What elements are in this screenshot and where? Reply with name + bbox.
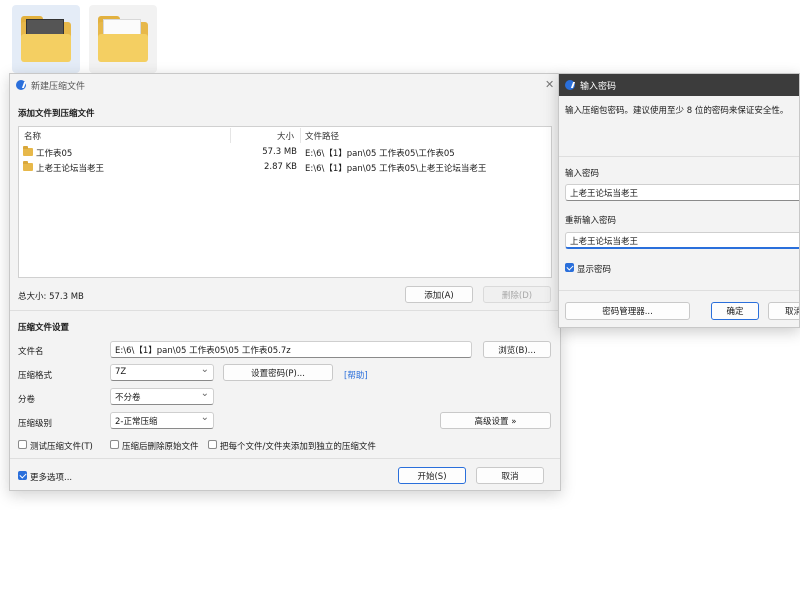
add-button[interactable]: 添加(A) <box>405 286 473 303</box>
password-title-bar: 输入密码 <box>559 74 799 96</box>
test-archive-checkbox[interactable] <box>18 440 27 449</box>
filename-label: 文件名 <box>18 347 44 357</box>
password-dialog-title: 输入密码 <box>580 82 617 92</box>
total-size: 总大小: 57.3 MB <box>18 292 84 302</box>
more-options-label[interactable]: 更多选项... <box>30 471 72 483</box>
desktop-folder-icon-1[interactable] <box>12 5 80 73</box>
separate-archives-label[interactable]: 把每个文件/文件夹添加到独立的压缩文件 <box>220 440 376 452</box>
confirm-password-input[interactable]: 上老王论坛当老王 <box>565 232 799 249</box>
column-divider <box>300 128 301 143</box>
advanced-settings-button[interactable]: 高级设置 » <box>440 412 551 429</box>
file-path: E:\6\【1】pan\05 工作表05\上老王论坛当老王 <box>305 164 487 174</box>
filename-input[interactable]: E:\6\【1】pan\05 工作表05\05 工作表05.7z <box>110 341 472 358</box>
file-size: 57.3 MB <box>262 147 297 157</box>
file-name: 上老王论坛当老王 <box>36 164 105 174</box>
separate-archives-checkbox[interactable] <box>208 440 217 449</box>
app-icon <box>16 80 26 90</box>
password-cancel-button[interactable]: 取消 <box>768 302 799 320</box>
password-manager-button[interactable]: 密码管理器... <box>565 302 690 320</box>
more-options-checkbox[interactable] <box>18 471 27 480</box>
help-link[interactable]: [帮助] <box>344 369 368 381</box>
file-size: 2.87 KB <box>263 162 297 172</box>
divider <box>10 458 560 459</box>
ok-button[interactable]: 确定 <box>711 302 759 320</box>
set-password-button[interactable]: 设置密码(P)... <box>223 364 333 381</box>
cancel-button[interactable]: 取消 <box>476 467 544 484</box>
file-row[interactable]: 工作表05 57.3 MB E:\6\【1】pan\05 工作表05\工作表05 <box>19 145 551 160</box>
new-archive-dialog: 新建压缩文件 ✕ 添加文件到压缩文件 名称 大小 文件路径 工作表05 57.3… <box>9 73 561 491</box>
delete-after-label[interactable]: 压缩后删除原始文件 <box>122 440 199 452</box>
column-header-size[interactable]: 大小 <box>277 130 294 142</box>
split-label: 分卷 <box>18 395 36 405</box>
test-archive-label[interactable]: 测试压缩文件(T) <box>30 440 93 452</box>
divider <box>559 156 799 157</box>
show-password-checkbox[interactable] <box>565 263 574 272</box>
format-select[interactable]: 7Z <box>110 364 214 381</box>
password-label: 输入密码 <box>565 169 600 179</box>
file-row[interactable]: 上老王论坛当老王 2.87 KB E:\6\【1】pan\05 工作表05\上老… <box>19 160 551 175</box>
password-hint: 输入压缩包密码。建议使用至少 8 位的密码来保证安全性。 <box>565 106 789 116</box>
password-dialog: 输入密码 输入压缩包密码。建议使用至少 8 位的密码来保证安全性。 输入密码 上… <box>558 73 800 328</box>
divider <box>10 310 560 311</box>
format-label: 压缩格式 <box>18 371 53 381</box>
folder-icon <box>23 146 33 156</box>
column-divider <box>230 128 231 143</box>
level-select[interactable]: 2-正常压缩 <box>110 412 214 429</box>
file-name: 工作表05 <box>36 149 73 159</box>
delete-after-checkbox[interactable] <box>110 440 119 449</box>
folder-icon <box>23 161 33 171</box>
browse-button[interactable]: 浏览(B)... <box>483 341 551 358</box>
split-select[interactable]: 不分卷 <box>110 388 214 405</box>
file-list[interactable]: 名称 大小 文件路径 工作表05 57.3 MB E:\6\【1】pan\05 … <box>18 126 552 278</box>
divider <box>559 290 799 291</box>
settings-section-title: 压缩文件设置 <box>18 323 70 333</box>
start-button[interactable]: 开始(S) <box>398 467 466 484</box>
file-path: E:\6\【1】pan\05 工作表05\工作表05 <box>305 149 455 159</box>
title-bar: 新建压缩文件 ✕ <box>10 74 560 96</box>
app-icon <box>565 80 575 90</box>
show-password-label[interactable]: 显示密码 <box>577 263 611 275</box>
column-header-path[interactable]: 文件路径 <box>305 130 339 142</box>
password-input[interactable]: 上老王论坛当老王 <box>565 184 799 201</box>
delete-button[interactable]: 删除(D) <box>483 286 551 303</box>
column-header-name[interactable]: 名称 <box>24 130 41 142</box>
dialog-title: 新建压缩文件 <box>31 82 86 92</box>
level-label: 压缩级别 <box>18 419 53 429</box>
confirm-password-label: 重新输入密码 <box>565 216 617 226</box>
close-icon[interactable]: ✕ <box>545 78 554 91</box>
add-files-section-title: 添加文件到压缩文件 <box>18 109 95 119</box>
desktop-folder-icon-2[interactable] <box>89 5 157 73</box>
